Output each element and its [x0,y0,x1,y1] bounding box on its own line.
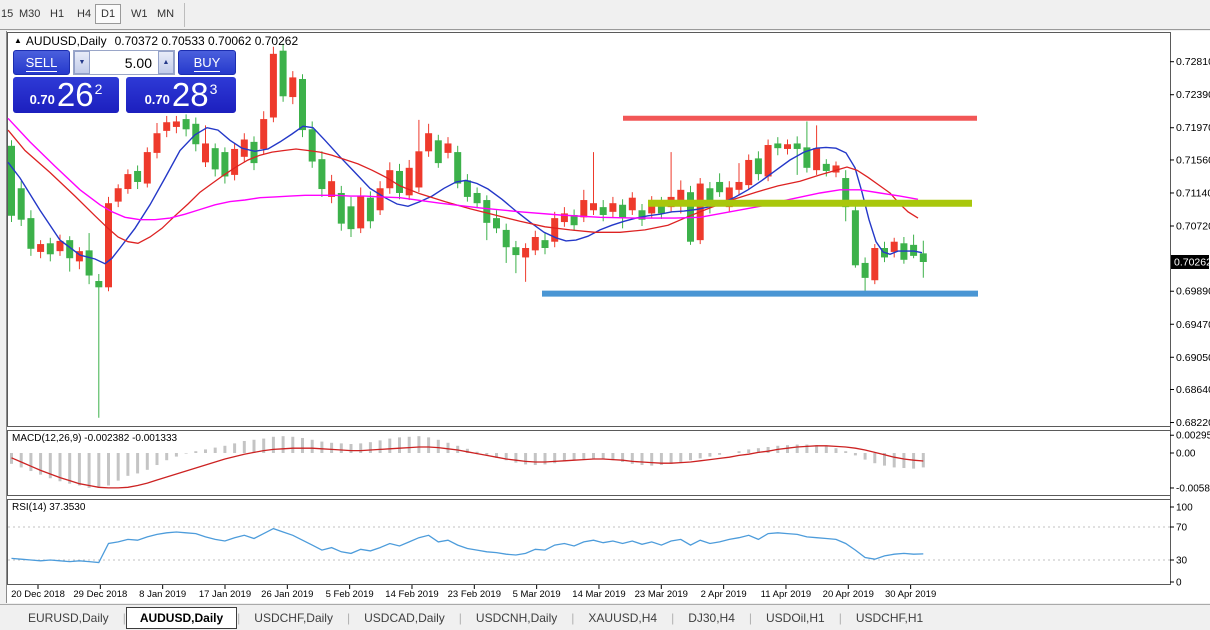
timeframe-m30[interactable]: M30 [15,6,44,22]
svg-text:5 Mar 2019: 5 Mar 2019 [513,589,561,600]
tab-eurusd-daily[interactable]: EURUSD,Daily [14,607,123,629]
sell-price-display[interactable]: 0.70 26 2 [13,77,119,113]
tab-usdchf-h1[interactable]: USDCHF,H1 [842,607,937,629]
svg-text:0.70720: 0.70720 [1176,220,1210,232]
symbol-name: AUDUSD,Daily [26,34,107,48]
ohlc-values: 0.70372 0.70533 0.70062 0.70262 [115,34,299,48]
svg-text:0.68220: 0.68220 [1176,417,1210,429]
svg-text:0.71560: 0.71560 [1176,154,1210,166]
sell-price-small: 0.70 [30,92,55,107]
sell-button-label: SELL [26,55,58,72]
buy-button[interactable]: BUY [178,50,236,75]
price-chart[interactable]: 0.728100.723900.719700.715600.711400.707… [0,31,1210,603]
svg-text:0.69470: 0.69470 [1176,319,1210,331]
toolbar-separator [184,3,185,27]
timeframe-h1[interactable]: H1 [46,6,68,22]
buy-button-label: BUY [194,55,221,72]
tab-usdcad-daily[interactable]: USDCAD,Daily [350,607,459,629]
svg-text:2 Apr 2019: 2 Apr 2019 [701,589,747,600]
timeframe-toolbar: 15M30H1H4D1W1MN [0,0,1210,30]
volume-increase-button[interactable]: ▲ [158,51,174,74]
buy-price-display[interactable]: 0.70 28 3 [126,77,236,113]
up-arrow-icon: ▲ [163,59,170,66]
timeframe-h4[interactable]: H4 [73,6,95,22]
symbol-tab-bar: EURUSD,Daily|AUDUSD,Daily|USDCHF,Daily|U… [0,604,1210,630]
svg-text:20 Dec 2018: 20 Dec 2018 [11,589,65,600]
buy-price-superscript: 3 [210,81,218,97]
svg-text:0.71140: 0.71140 [1176,187,1210,199]
sell-price-big: 26 [57,80,94,110]
svg-text:-0.00582: -0.00582 [1176,483,1210,494]
svg-text:14 Mar 2019: 14 Mar 2019 [572,589,625,600]
svg-text:17 Jan 2019: 17 Jan 2019 [199,589,251,600]
sell-button[interactable]: SELL [13,50,70,75]
buy-price-small: 0.70 [145,92,170,107]
svg-text:0.002957: 0.002957 [1176,431,1210,442]
rsi-indicator-label: RSI(14) 37.3530 [12,502,85,513]
svg-text:0.72810: 0.72810 [1176,56,1210,68]
svg-text:23 Mar 2019: 23 Mar 2019 [635,589,688,600]
volume-decrease-button[interactable]: ▼ [74,51,90,74]
svg-text:11 Apr 2019: 11 Apr 2019 [761,589,812,600]
svg-text:0.00: 0.00 [1176,449,1196,460]
volume-stepper: ▼ ▲ [73,50,175,75]
svg-text:70: 70 [1176,523,1188,534]
timeframe-mn[interactable]: MN [153,6,178,22]
sell-price-superscript: 2 [95,81,103,97]
svg-text:0.69050: 0.69050 [1176,352,1210,364]
down-arrow-icon: ▼ [79,59,86,66]
svg-text:30 Apr 2019: 30 Apr 2019 [885,589,936,600]
one-click-trading-panel: SELL ▼ ▲ BUY 0.70 26 2 0.70 28 3 [13,50,236,113]
tab-usdchf-daily[interactable]: USDCHF,Daily [240,607,347,629]
svg-text:0.68640: 0.68640 [1176,384,1210,396]
svg-text:0.71970: 0.71970 [1176,122,1210,134]
chart-window[interactable]: 0.728100.723900.719700.715600.711400.707… [0,31,1210,603]
svg-text:29 Dec 2018: 29 Dec 2018 [73,589,127,600]
buy-price-big: 28 [172,80,209,110]
macd-indicator-label: MACD(12,26,9) -0.002382 -0.001333 [12,433,177,444]
panel-frames [8,32,1210,603]
svg-text:8 Jan 2019: 8 Jan 2019 [139,589,186,600]
timeframe-d1[interactable]: D1 [95,4,121,24]
svg-text:30: 30 [1176,556,1188,567]
svg-text:0: 0 [1176,578,1182,589]
tab-audusd-daily[interactable]: AUDUSD,Daily [126,607,237,629]
window-left-edge [0,31,7,603]
tab-usdoil-h1[interactable]: USDOil,H1 [752,607,839,629]
volume-input[interactable] [90,51,158,74]
quote-line: ▲ AUDUSD,Daily 0.70372 0.70533 0.70062 0.7… [14,34,298,48]
tab-xauusd-h4[interactable]: XAUUSD,H4 [574,607,671,629]
svg-text:14 Feb 2019: 14 Feb 2019 [385,589,438,600]
svg-text:26 Jan 2019: 26 Jan 2019 [261,589,313,600]
svg-text:5 Feb 2019: 5 Feb 2019 [326,589,374,600]
svg-text:0.70262: 0.70262 [1174,256,1210,268]
tab-usdcnh-daily[interactable]: USDCNH,Daily [462,607,571,629]
svg-text:0.72390: 0.72390 [1176,89,1210,101]
tab-dj30-h4[interactable]: DJ30,H4 [674,607,749,629]
svg-text:20 Apr 2019: 20 Apr 2019 [823,589,874,600]
svg-text:100: 100 [1176,503,1193,514]
svg-text:0.69890: 0.69890 [1176,286,1210,298]
collapse-arrow-icon[interactable]: ▲ [14,36,22,45]
timeframe-w1[interactable]: W1 [127,6,152,22]
svg-text:23 Feb 2019: 23 Feb 2019 [448,589,501,600]
